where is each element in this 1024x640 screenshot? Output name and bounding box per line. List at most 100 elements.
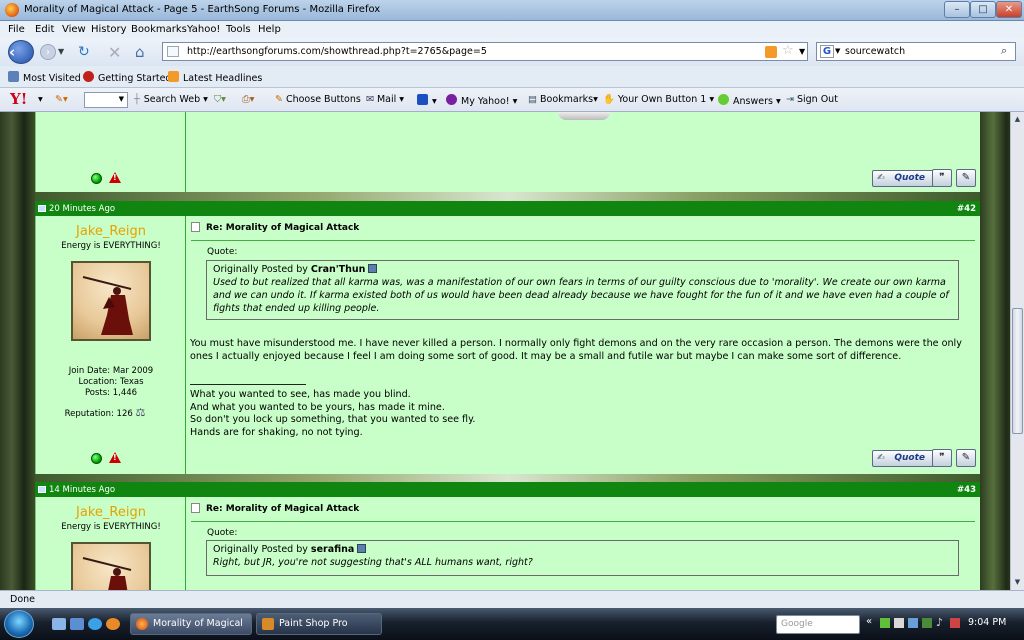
scrollbar-thumb[interactable] — [1012, 308, 1023, 434]
own-button[interactable]: ✋ Your Own Button 1 ▾ — [603, 94, 714, 105]
view-post-icon[interactable] — [357, 544, 367, 553]
bookmark-star-icon[interactable]: ☆ — [782, 43, 794, 58]
choose-buttons-button[interactable]: ✎ Choose Buttons — [275, 94, 361, 105]
search-input[interactable]: sourcewatch — [845, 46, 905, 57]
stop-icon[interactable]: ✕ — [108, 43, 121, 62]
quote-author[interactable]: serafina — [311, 544, 354, 555]
online-status-icon — [91, 453, 102, 464]
answers-button[interactable]: Answers ▾ — [718, 94, 781, 107]
username[interactable]: Jake_Reign — [36, 505, 185, 520]
tray-arrow-icon[interactable]: « — [866, 616, 872, 627]
yahoo-search-combo[interactable]: ▼ — [84, 92, 128, 108]
google-desktop-search[interactable]: Google — [776, 615, 860, 634]
yahoo-menu-dropdown-icon[interactable]: ▾ — [38, 94, 43, 105]
tray-monitor-icon[interactable] — [908, 618, 918, 628]
status-text: Done — [10, 594, 35, 605]
quote-button[interactable]: ✍ Quote — [872, 170, 934, 187]
scroll-down-icon[interactable]: ▼ — [1012, 576, 1023, 588]
post-user-cell: Jake_Reign Energy is EVERYTHING! Join Da… — [35, 216, 186, 474]
url-text[interactable]: http://earthsongforums.com/showthread.ph… — [187, 46, 487, 57]
username[interactable]: Jake_Reign — [36, 224, 186, 239]
bookmark-getting-started[interactable]: Getting Started — [83, 71, 171, 84]
bookmarks-button[interactable]: ▤ Bookmarks▾ — [528, 94, 598, 105]
google-engine-icon[interactable]: G — [820, 45, 834, 58]
post-number[interactable]: #43 — [957, 485, 976, 495]
quote-box: Originally Posted by Cran'Thun Used to b… — [206, 260, 959, 320]
tray-network-icon[interactable] — [894, 618, 904, 628]
menu-bar: File Edit View History Bookmarks Yahoo! … — [0, 21, 1024, 38]
address-bar[interactable]: http://earthsongforums.com/showthread.ph… — [162, 42, 808, 61]
history-dropdown-icon[interactable]: ▼ — [58, 47, 64, 56]
quote-icon: ✍ — [877, 453, 885, 463]
multi-quote-icon[interactable]: ❞ — [932, 449, 952, 467]
post-message-cell: Re: Morality of Magical Attack Quote: Or… — [186, 497, 980, 590]
quote-attribution: Originally Posted by Cran'Thun — [213, 263, 952, 276]
report-post-icon[interactable] — [109, 172, 121, 183]
menu-bookmarks[interactable]: Bookmarks — [131, 24, 187, 35]
my-yahoo-button[interactable]: My Yahoo! ▾ — [446, 94, 517, 107]
menu-tools[interactable]: Tools — [226, 24, 251, 35]
tray-app-icon[interactable] — [880, 618, 890, 628]
search-web-button[interactable]: ┼ Search Web ▾ — [134, 94, 208, 105]
bookmark-most-visited[interactable]: Most Visited — [8, 71, 81, 84]
close-button[interactable]: ✕ — [996, 1, 1022, 18]
quick-reply-icon[interactable]: ✎ — [956, 169, 976, 187]
menu-edit[interactable]: Edit — [35, 24, 54, 35]
reload-icon[interactable]: ↻ — [78, 44, 90, 60]
quote-author[interactable]: Cran'Thun — [311, 264, 366, 275]
signature: What you wanted to see, has made you bli… — [190, 389, 476, 438]
clock[interactable]: 9:04 PM — [968, 617, 1006, 628]
sign-out-button[interactable]: ⇥ Sign Out — [786, 94, 838, 105]
yahoo-logo-icon[interactable]: Y! — [10, 90, 27, 108]
avatar[interactable] — [71, 261, 151, 341]
vertical-scrollbar[interactable]: ▲ ▼ — [1010, 112, 1024, 590]
task-firefox[interactable]: Morality of Magical ... — [130, 613, 252, 640]
post-number[interactable]: #42 — [957, 204, 976, 214]
highlight-icon[interactable]: ⎙▾ — [242, 94, 254, 105]
quote-attribution: Originally Posted by serafina — [213, 543, 952, 556]
plus-button[interactable]: ▾ — [417, 94, 437, 107]
bookmark-folder-icon — [8, 71, 19, 82]
pencil-icon[interactable]: ✎▾ — [55, 94, 68, 105]
menu-yahoo[interactable]: Yahoo! — [187, 24, 220, 35]
reputation-scale-icon[interactable]: ⚖ — [135, 406, 145, 419]
hand-icon: ✋ — [603, 94, 615, 105]
search-icon[interactable]: ⌕ — [1001, 44, 1007, 58]
internet-explorer-icon[interactable] — [88, 618, 102, 630]
minimize-button[interactable]: – — [944, 1, 970, 18]
multi-quote-icon[interactable]: ❞ — [932, 169, 952, 187]
menu-history[interactable]: History — [91, 24, 127, 35]
menu-view[interactable]: View — [62, 24, 86, 35]
firefox-quicklaunch-icon[interactable] — [106, 618, 120, 630]
menu-help[interactable]: Help — [258, 24, 281, 35]
rss-feed-icon[interactable] — [765, 46, 777, 58]
post-icon — [38, 205, 46, 212]
quote-button[interactable]: ✍ Quote — [872, 450, 934, 467]
menu-file[interactable]: File — [8, 24, 25, 35]
shield-icon[interactable]: ⛉▾ — [214, 94, 226, 105]
start-button[interactable] — [4, 610, 34, 638]
view-post-icon[interactable] — [368, 264, 378, 273]
volume-icon[interactable]: ♪ — [936, 616, 943, 629]
show-desktop-icon[interactable] — [52, 618, 66, 630]
tray-alert-icon[interactable] — [950, 618, 960, 628]
tray-shield-icon[interactable] — [922, 618, 932, 628]
envelope-icon: ✉ — [366, 94, 374, 105]
post-separator — [35, 474, 980, 482]
engine-dropdown-icon[interactable]: ▼ — [835, 47, 840, 55]
forward-button[interactable]: › — [40, 44, 56, 60]
task-paint-shop-pro[interactable]: Paint Shop Pro — [256, 613, 382, 635]
back-button[interactable]: ‹ — [8, 40, 34, 64]
home-icon[interactable]: ⌂ — [135, 43, 145, 61]
avatar[interactable] — [71, 542, 151, 590]
scroll-up-icon[interactable]: ▲ — [1012, 113, 1023, 125]
maximize-button[interactable]: □ — [970, 1, 996, 18]
switch-windows-icon[interactable] — [70, 618, 84, 630]
quick-reply-icon[interactable]: ✎ — [956, 449, 976, 467]
report-post-icon[interactable] — [109, 452, 121, 463]
bookmark-latest-headlines[interactable]: Latest Headlines — [168, 71, 262, 84]
url-dropdown-icon[interactable]: ▼ — [799, 47, 805, 56]
post-title: Re: Morality of Magical Attack — [191, 503, 359, 514]
search-box[interactable]: G ▼ sourcewatch ⌕ — [816, 42, 1016, 61]
mail-button[interactable]: ✉ Mail ▾ — [366, 94, 404, 105]
